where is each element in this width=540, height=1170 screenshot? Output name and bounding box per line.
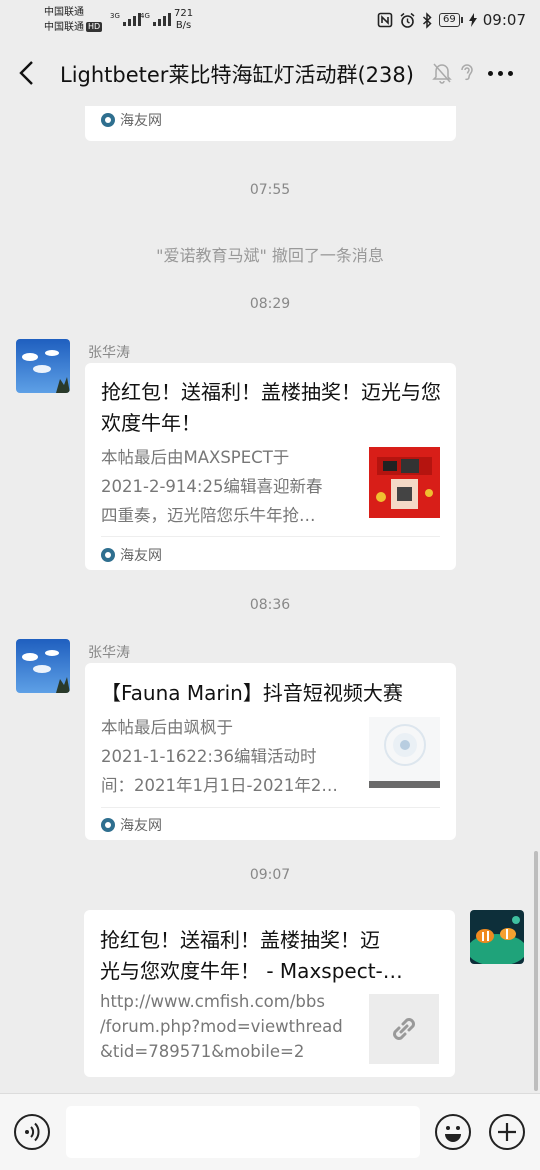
voice-icon xyxy=(25,1122,40,1142)
sender-name: 张华涛 xyxy=(88,645,130,661)
hd-badge: HD xyxy=(86,22,103,32)
emoji-button[interactable] xyxy=(435,1114,471,1150)
charging-icon xyxy=(468,13,477,27)
link-icon xyxy=(393,1018,415,1040)
source-logo-icon xyxy=(101,113,115,127)
ear-icon[interactable] xyxy=(458,62,476,84)
card-description: 本帖最后由MAXSPECT于 2021-2-914:25编辑喜迎新春 四重奏，迈… xyxy=(101,448,323,525)
plus-icon xyxy=(498,1123,516,1141)
card-thumbnail xyxy=(369,717,440,788)
plus-button[interactable] xyxy=(489,1114,525,1150)
status-right-group: 69 09:07 xyxy=(377,8,526,32)
network-speed: 721 B/s xyxy=(174,8,194,31)
carrier-1: 中国联通 xyxy=(44,7,84,18)
timestamp: 08:36 xyxy=(249,597,291,613)
avatar[interactable] xyxy=(16,639,70,693)
card-source: 海友网 xyxy=(101,110,162,130)
card-title: 抢红包！送福利！盖楼抽奖！迈光与您欢度牛年！ xyxy=(101,380,441,435)
card-title: 【Fauna Marin】抖音短视频大赛 xyxy=(101,681,403,705)
input-bar xyxy=(0,1093,540,1170)
carrier-2: 中国联通 HD xyxy=(44,22,103,33)
timestamp: 08:29 xyxy=(249,296,291,312)
alarm-icon xyxy=(400,12,415,28)
timestamp: 07:55 xyxy=(249,182,291,198)
link-card-partial[interactable]: 海友网 xyxy=(85,106,456,141)
voice-button[interactable] xyxy=(14,1114,50,1150)
source-logo-icon xyxy=(101,818,115,832)
chat-area[interactable]: 海友网 07:55 "爱诺教育马斌" 撤回了一条消息 08:29 张华涛 抢红包… xyxy=(0,106,540,1093)
card-thumbnail xyxy=(369,447,440,518)
page-title: Lightbeter莱比特海缸灯活动群(238) xyxy=(60,63,414,87)
clock: 09:07 xyxy=(482,11,526,29)
sender-name: 张华涛 xyxy=(88,345,130,361)
emoji-icon xyxy=(445,1126,461,1142)
back-icon[interactable] xyxy=(14,59,40,87)
card-url: http://www.cmfish.com/bbs /forum.php?mod… xyxy=(100,992,343,1061)
divider xyxy=(101,536,440,537)
card-description: 本帖最后由飒枫于 2021-1-1622:36编辑活动时 间：2021年1月1日… xyxy=(101,718,338,795)
chat-header: Lightbeter莱比特海缸灯活动群(238) xyxy=(0,40,540,106)
divider xyxy=(101,807,440,808)
avatar-self[interactable] xyxy=(470,910,524,964)
timestamp: 09:07 xyxy=(249,867,291,883)
card-source: 海友网 xyxy=(101,815,162,835)
card-title: 抢红包！送福利！盖楼抽奖！迈 光与您欢度牛年！ - Maxspect-… xyxy=(100,928,403,983)
link-card-own[interactable]: 抢红包！送福利！盖楼抽奖！迈 光与您欢度牛年！ - Maxspect-… htt… xyxy=(84,910,455,1077)
message-input[interactable] xyxy=(66,1106,420,1158)
link-card[interactable]: 【Fauna Marin】抖音短视频大赛 本帖最后由飒枫于 2021-1-162… xyxy=(85,663,456,840)
more-icon[interactable] xyxy=(488,71,513,76)
signal-icon-1: 3G xyxy=(110,12,141,26)
card-source: 海友网 xyxy=(101,545,162,565)
battery-icon: 69 xyxy=(439,13,463,27)
mute-icon[interactable] xyxy=(432,62,452,84)
source-logo-icon xyxy=(101,548,115,562)
recall-notice: "爱诺教育马斌" 撤回了一条消息 xyxy=(156,246,384,265)
status-bar: 中国联通 中国联通 HD 3G 4G 721 B/s 69 09:07 xyxy=(0,0,540,40)
link-thumbnail xyxy=(369,994,439,1064)
nfc-icon xyxy=(377,12,393,28)
scrollbar[interactable] xyxy=(534,851,538,1091)
bluetooth-icon xyxy=(423,11,432,29)
signal-icon-2: 4G xyxy=(140,12,171,26)
avatar[interactable] xyxy=(16,339,70,393)
link-card[interactable]: 抢红包！送福利！盖楼抽奖！迈光与您欢度牛年！ 本帖最后由MAXSPECT于 20… xyxy=(85,363,456,570)
